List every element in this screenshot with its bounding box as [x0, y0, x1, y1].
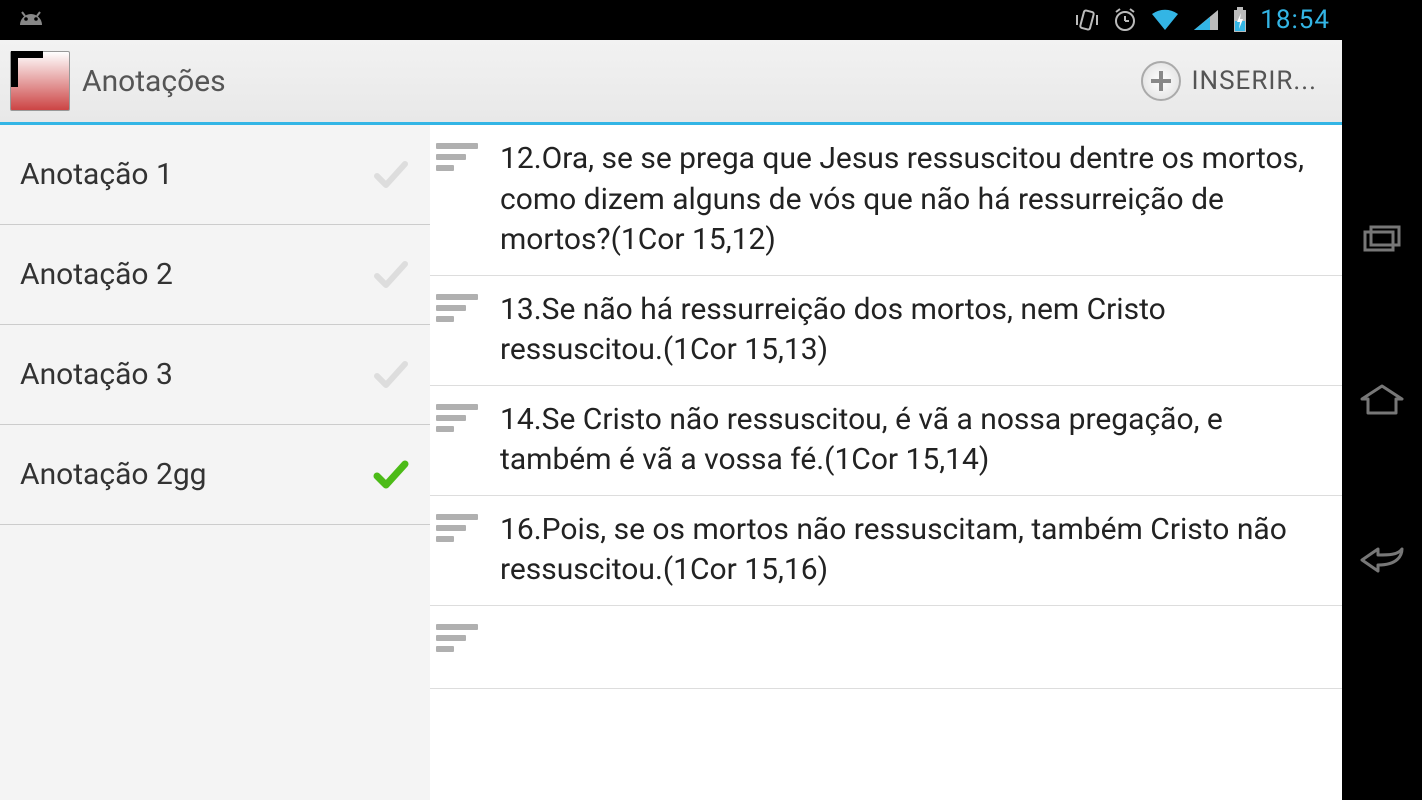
insert-button[interactable]: INSERIR... [1126, 51, 1332, 111]
annotations-sidebar[interactable]: Anotação 1 Anotação 2 Anotação 3 Anotaçã… [0, 125, 430, 800]
content-area: Anotação 1 Anotação 2 Anotação 3 Anotaçã… [0, 125, 1342, 800]
sidebar-item-label: Anotação 2 [20, 257, 173, 292]
sidebar-item-annotation[interactable]: Anotação 2 [0, 225, 430, 325]
note-text: 13.Se não há ressurreição dos mortos, ne… [500, 290, 1332, 371]
note-text: 16.Pois, se os mortos não ressuscitam, t… [500, 510, 1332, 591]
app-icon[interactable] [10, 51, 70, 111]
drag-handle-icon[interactable] [436, 294, 486, 344]
drag-handle-icon[interactable] [436, 624, 486, 674]
page-title: Anotações [82, 64, 1126, 99]
check-icon [372, 156, 410, 194]
sidebar-item-label: Anotação 2gg [20, 457, 207, 492]
sidebar-item-annotation[interactable]: Anotação 2gg [0, 425, 430, 525]
note-text: 14.Se Cristo não ressuscitou, é vã a nos… [500, 400, 1332, 481]
note-row[interactable]: 16.Pois, se os mortos não ressuscitam, t… [430, 496, 1342, 606]
wifi-icon [1150, 8, 1180, 32]
note-row[interactable]: 14.Se Cristo não ressuscitou, é vã a nos… [430, 386, 1342, 496]
check-icon-selected [372, 456, 410, 494]
device-frame: 18:54 Anotações INSERIR... [0, 0, 1422, 800]
sidebar-item-annotation[interactable]: Anotação 1 [0, 125, 430, 225]
drag-handle-icon[interactable] [436, 404, 486, 454]
android-status-bar: 18:54 [0, 0, 1342, 40]
note-row[interactable]: 13.Se não há ressurreição dos mortos, ne… [430, 276, 1342, 386]
sidebar-item-label: Anotação 1 [20, 157, 173, 192]
drag-handle-icon[interactable] [436, 143, 486, 193]
alarm-icon [1112, 7, 1138, 33]
plus-icon [1141, 61, 1181, 101]
back-button[interactable] [1357, 540, 1407, 580]
app-window: Anotações INSERIR... Anotação 1 Anotação… [0, 40, 1342, 800]
android-nav-bar [1342, 0, 1422, 800]
status-clock: 18:54 [1260, 5, 1330, 35]
battery-charging-icon [1232, 7, 1248, 33]
drag-handle-icon[interactable] [436, 514, 486, 564]
note-text: 12.Ora, se se prega que Jesus ressuscito… [500, 139, 1332, 261]
check-icon [372, 356, 410, 394]
sidebar-item-label: Anotação 3 [20, 357, 173, 392]
signal-icon [1192, 8, 1220, 32]
insert-button-label: INSERIR... [1191, 66, 1317, 96]
sidebar-item-annotation[interactable]: Anotação 3 [0, 325, 430, 425]
action-bar: Anotações INSERIR... [0, 40, 1342, 125]
check-icon [372, 256, 410, 294]
android-debug-icon [12, 7, 50, 33]
note-row[interactable] [430, 606, 1342, 689]
vibrate-icon [1074, 7, 1100, 33]
note-row[interactable]: 12.Ora, se se prega que Jesus ressuscito… [430, 125, 1342, 276]
notes-list[interactable]: 12.Ora, se se prega que Jesus ressuscito… [430, 125, 1342, 800]
home-button[interactable] [1357, 380, 1407, 420]
recent-apps-button[interactable] [1357, 220, 1407, 260]
